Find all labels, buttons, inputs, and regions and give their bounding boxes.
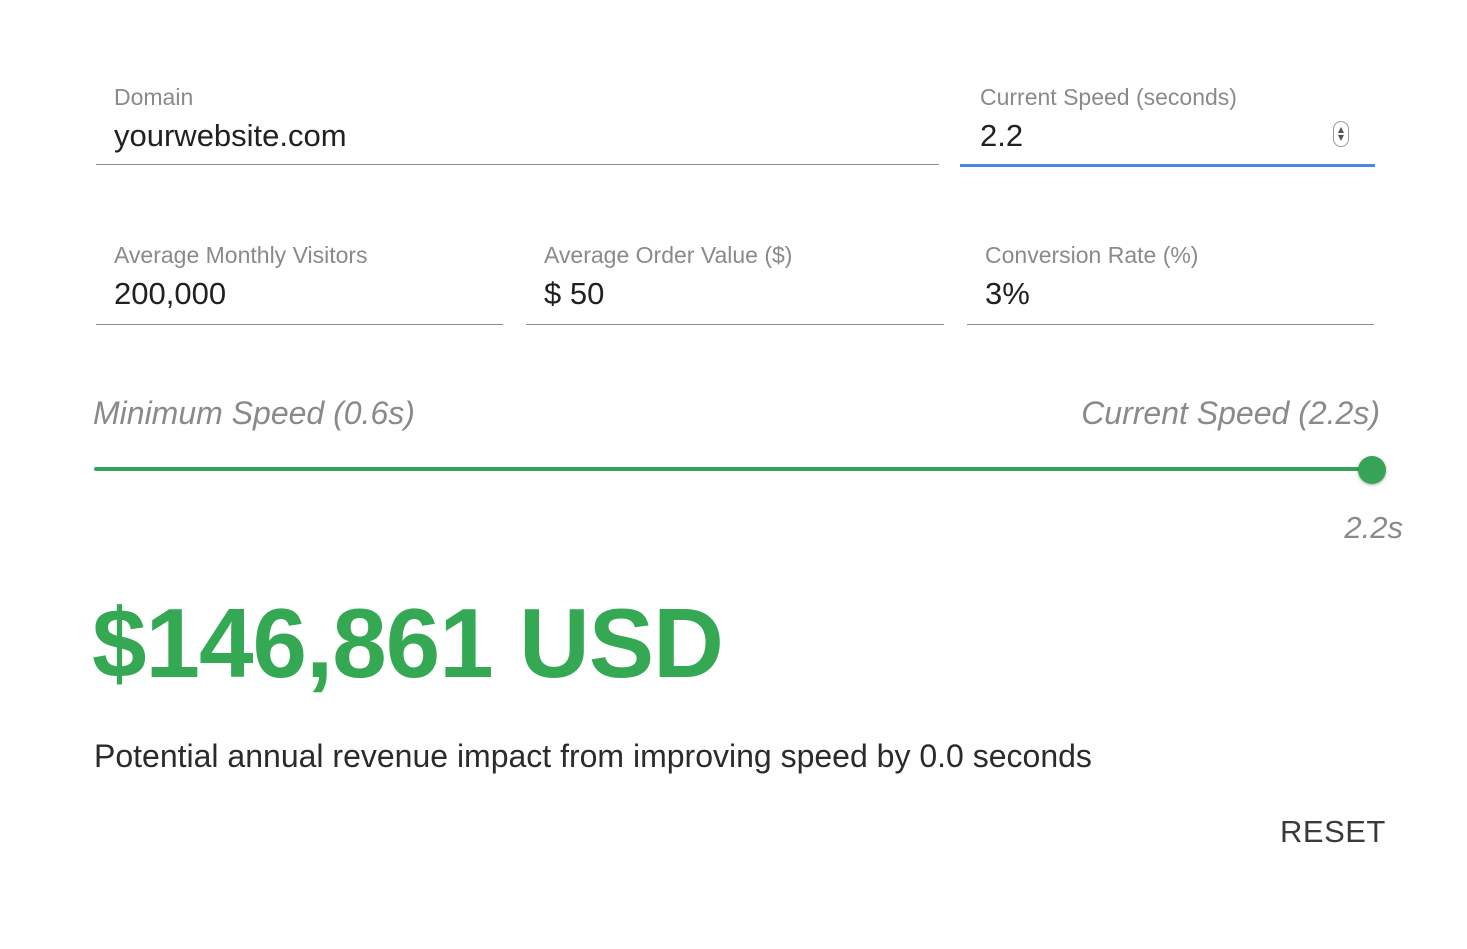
order-value-label: Average Order Value ($) <box>544 242 793 268</box>
slider-value-label: 2.2s <box>1344 510 1403 545</box>
monthly-visitors-underline <box>96 324 503 325</box>
chevron-down-icon[interactable]: ▼ <box>1338 134 1344 142</box>
domain-input[interactable]: yourwebsite.com <box>114 117 347 155</box>
current-speed-input[interactable]: 2.2 <box>980 117 1023 155</box>
revenue-impact-amount: $146,861 USD <box>92 588 724 698</box>
monthly-visitors-field[interactable]: Average Monthly Visitors 200,000 <box>96 241 503 325</box>
speed-slider-track[interactable] <box>94 467 1372 471</box>
domain-field[interactable]: Domain yourwebsite.com <box>96 83 939 165</box>
reset-button[interactable]: RESET <box>1270 808 1396 856</box>
speed-calculator: Domain yourwebsite.com Current Speed (se… <box>0 0 1467 949</box>
current-speed-underline <box>960 164 1375 167</box>
conversion-rate-input[interactable]: 3% <box>985 275 1030 313</box>
conversion-rate-field[interactable]: Conversion Rate (%) 3% <box>967 241 1374 325</box>
order-value-input[interactable]: $ 50 <box>544 275 604 313</box>
current-speed-label: Current Speed (seconds) <box>980 84 1237 110</box>
slider-max-label: Current Speed (2.2s) <box>1081 395 1380 431</box>
domain-label: Domain <box>114 84 194 110</box>
monthly-visitors-input[interactable]: 200,000 <box>114 275 226 313</box>
order-value-underline <box>526 324 944 325</box>
monthly-visitors-label: Average Monthly Visitors <box>114 242 368 268</box>
conversion-rate-underline <box>967 324 1374 325</box>
current-speed-field[interactable]: Current Speed (seconds) 2.2 ▲ ▼ <box>960 83 1375 167</box>
order-value-field[interactable]: Average Order Value ($) $ 50 <box>526 241 944 325</box>
speed-slider-thumb[interactable] <box>1358 456 1386 484</box>
slider-min-label: Minimum Speed (0.6s) <box>93 395 415 431</box>
conversion-rate-label: Conversion Rate (%) <box>985 242 1199 268</box>
number-spinner-icon[interactable]: ▲ ▼ <box>1333 121 1349 147</box>
domain-underline <box>96 164 939 165</box>
revenue-impact-caption: Potential annual revenue impact from imp… <box>94 738 1092 774</box>
